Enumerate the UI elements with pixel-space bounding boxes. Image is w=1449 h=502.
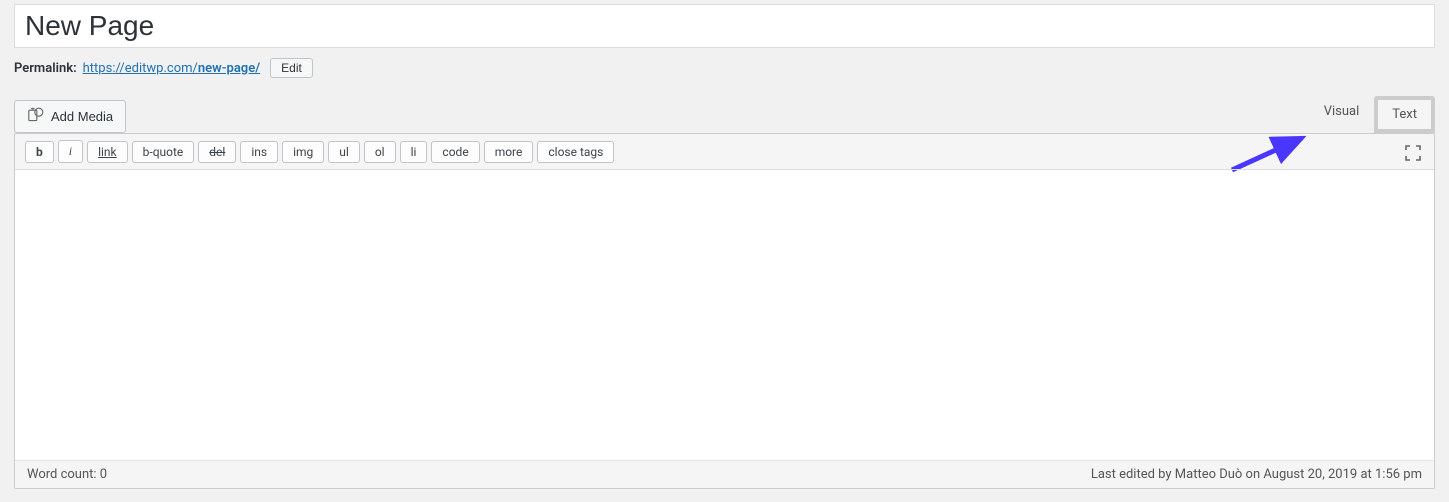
qt-link-button[interactable]: link xyxy=(87,141,128,163)
last-edited: Last edited by Matteo Duò on August 20, … xyxy=(1091,467,1422,482)
media-icon xyxy=(27,107,45,126)
permalink-slug: new-page/ xyxy=(198,61,260,76)
fullscreen-icon[interactable] xyxy=(1402,142,1424,164)
qt-del-button[interactable]: del xyxy=(198,141,236,163)
editor-container: b i link b-quote del ins img ul ol li co… xyxy=(14,133,1435,489)
permalink-base: https://editwp.com/ xyxy=(83,61,198,76)
permalink-row: Permalink: https://editwp.com/new-page/ … xyxy=(14,58,1435,78)
qt-close-tags-button[interactable]: close tags xyxy=(537,141,614,163)
tab-text[interactable]: Text xyxy=(1374,96,1435,133)
word-count-label: Word count: xyxy=(27,467,100,482)
permalink-link[interactable]: https://editwp.com/new-page/ xyxy=(83,61,261,76)
add-media-label: Add Media xyxy=(51,109,113,124)
qt-code-button[interactable]: code xyxy=(431,141,479,163)
tab-visual[interactable]: Visual xyxy=(1309,96,1375,133)
qt-li-button[interactable]: li xyxy=(400,141,428,163)
qt-ul-button[interactable]: ul xyxy=(328,141,360,163)
status-bar: Word count: 0 Last edited by Matteo Duò … xyxy=(15,460,1434,488)
word-count: Word count: 0 xyxy=(27,467,107,482)
add-media-button[interactable]: Add Media xyxy=(14,100,126,133)
quicktags-toolbar: b i link b-quote del ins img ul ol li co… xyxy=(15,134,1434,170)
qt-more-button[interactable]: more xyxy=(484,141,534,163)
permalink-label: Permalink: xyxy=(14,61,77,76)
editor-tabs: Visual Text xyxy=(1309,96,1435,133)
qt-ins-button[interactable]: ins xyxy=(240,141,278,163)
content-textarea[interactable] xyxy=(15,170,1434,460)
page-title-input[interactable] xyxy=(14,4,1435,48)
edit-permalink-button[interactable]: Edit xyxy=(270,58,313,78)
qt-ol-button[interactable]: ol xyxy=(364,141,396,163)
qt-bquote-button[interactable]: b-quote xyxy=(132,141,195,163)
qt-bold-button[interactable]: b xyxy=(25,141,54,163)
qt-italic-button[interactable]: i xyxy=(58,140,83,163)
word-count-value: 0 xyxy=(100,467,107,482)
qt-img-button[interactable]: img xyxy=(282,141,324,163)
